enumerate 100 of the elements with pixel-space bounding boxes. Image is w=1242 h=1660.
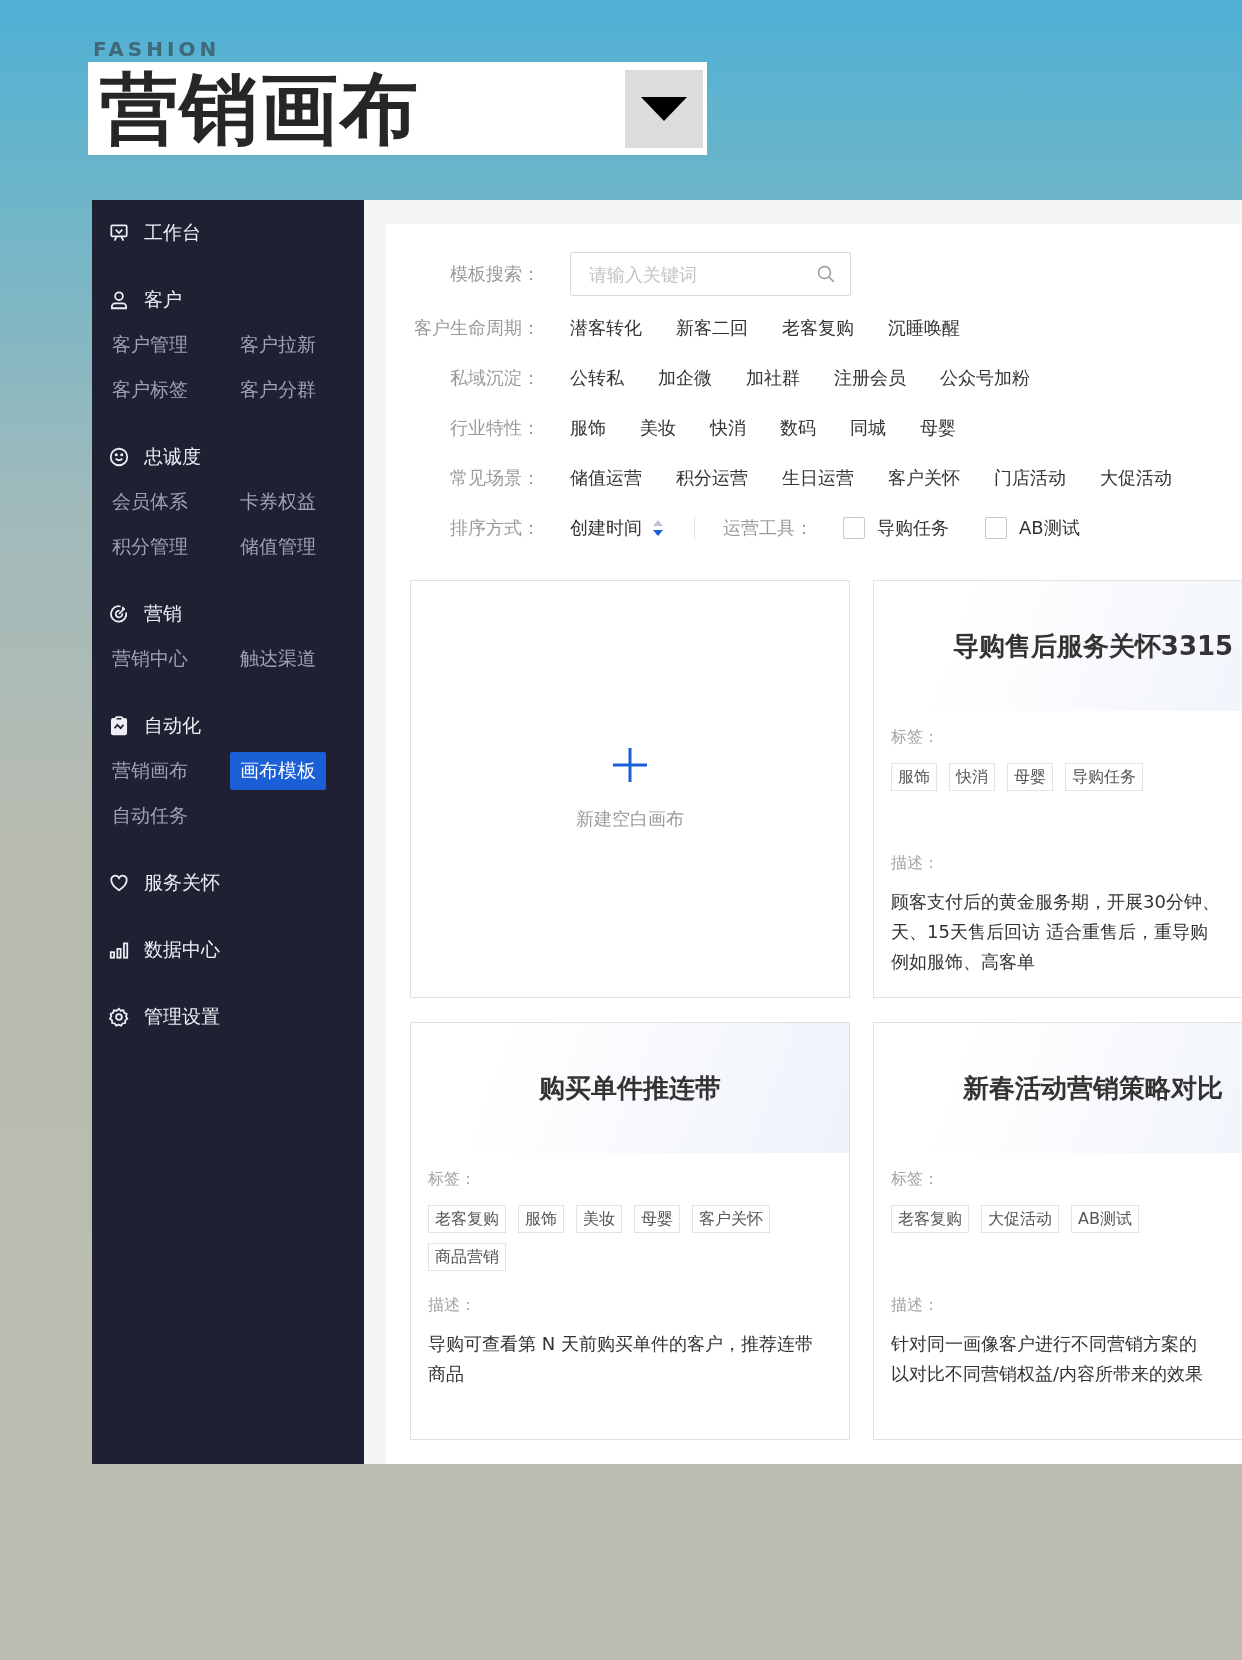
tag: 母婴: [1007, 763, 1053, 791]
template-card[interactable]: 购买单件推连带 标签： 老客复购 服饰 美妆 母婴 客户关怀 商品营销 描述： 导购可查看第 N 天前购买单件的客户，推荐连带商品: [410, 1022, 850, 1440]
sort-option[interactable]: 创建时间: [570, 516, 642, 540]
tag: 老客复购: [891, 1205, 969, 1233]
filter-label: 排序方式：: [449, 516, 540, 540]
plus-icon: [612, 747, 648, 783]
template-card[interactable]: 新春活动营销策略对比 标签： 老客复购 大促活动 AB测试 描述： 针对同一画像客户进行不同营销方案的 以对比不同营销权益/内容所带来的效果: [873, 1022, 1242, 1440]
description-label: 描述：: [428, 1294, 477, 1316]
tag: 服饰: [518, 1205, 564, 1233]
sidebar-section-title[interactable]: 数据中心: [144, 937, 220, 963]
tag: AB测试: [1071, 1205, 1139, 1233]
tag: 快消: [949, 763, 995, 791]
target-icon: [108, 603, 130, 625]
filter-option[interactable]: 注册会员: [834, 366, 906, 390]
filter-option[interactable]: 生日运营: [782, 466, 854, 490]
dropdown-button[interactable]: [625, 69, 703, 148]
filter-option[interactable]: 服饰: [570, 416, 606, 440]
description-label: 描述：: [891, 1294, 940, 1316]
sidebar-item[interactable]: 储值管理: [230, 527, 326, 566]
filter-option[interactable]: 美妆: [640, 416, 676, 440]
filter-option[interactable]: 公转私: [570, 366, 624, 390]
sort-icon[interactable]: [652, 519, 664, 537]
sidebar-item[interactable]: 会员体系: [102, 482, 198, 521]
clipboard-icon: [108, 715, 130, 737]
tags-label: 标签：: [428, 1168, 477, 1190]
filter-option[interactable]: 客户关怀: [888, 466, 960, 490]
filter-option[interactable]: 数码: [780, 416, 816, 440]
filter-label: 私域沉淀：: [449, 366, 540, 390]
filter-option[interactable]: 沉睡唤醒: [888, 316, 960, 340]
checkbox-label[interactable]: 导购任务: [877, 516, 949, 540]
card-title: 新春活动营销策略对比: [963, 1071, 1223, 1105]
filter-option[interactable]: 门店活动: [994, 466, 1066, 490]
description-line: 例如服饰、高客单: [891, 950, 1036, 974]
tag: 客户关怀: [692, 1205, 770, 1233]
page-title: 营销画布: [100, 69, 420, 148]
sidebar-section-title[interactable]: 客户: [144, 287, 182, 313]
sidebar-section-title[interactable]: 服务关怀: [144, 870, 220, 896]
sidebar-item[interactable]: 营销中心: [102, 639, 198, 678]
description-label: 描述：: [891, 852, 940, 874]
template-card[interactable]: 导购售后服务关怀3315 标签： 服饰 快消 母婴 导购任务 描述： 顾客支付后的黄金服务期，开展30分钟、 天、15天售后回访 适合重售后，重导购 例如服饰、高客单: [873, 580, 1242, 998]
sidebar-item[interactable]: 画布模板: [230, 751, 326, 790]
card-title: 导购售后服务关怀3315: [952, 629, 1234, 663]
description-line: 顾客支付后的黄金服务期，开展30分钟、: [891, 890, 1221, 914]
sidebar-item[interactable]: 客户管理: [102, 325, 198, 364]
filter-option[interactable]: 快消: [710, 416, 746, 440]
card-title: 购买单件推连带: [539, 1071, 721, 1105]
tag: 导购任务: [1065, 763, 1143, 791]
tags-label: 标签：: [891, 1168, 940, 1190]
sidebar-section-title[interactable]: 管理设置: [144, 1004, 220, 1030]
search-icon: [817, 265, 835, 283]
filter-option[interactable]: 潜客转化: [570, 316, 642, 340]
description-line: 天、15天售后回访 适合重售后，重导购: [891, 920, 1209, 944]
sidebar-section-title[interactable]: 自动化: [144, 713, 201, 739]
filter-option[interactable]: 加企微: [658, 366, 712, 390]
sidebar-item[interactable]: 营销画布: [102, 751, 198, 790]
filter-label: 运营工具：: [723, 516, 813, 540]
filter-option[interactable]: 储值运营: [570, 466, 642, 490]
sidebar-item[interactable]: 客户拉新: [230, 325, 326, 364]
filter-option[interactable]: 公众号加粉: [940, 366, 1030, 390]
sidebar-section-title[interactable]: 营销: [144, 601, 182, 627]
checkbox-label[interactable]: AB测试: [1019, 516, 1080, 540]
tag: 老客复购: [428, 1205, 506, 1233]
smiley-icon: [108, 446, 130, 468]
filter-label: 行业特性：: [449, 416, 540, 440]
sidebar-item[interactable]: 卡券权益: [230, 482, 326, 521]
filter-option[interactable]: 新客二回: [676, 316, 748, 340]
settings-icon: [108, 1006, 130, 1028]
sidebar-section-title[interactable]: 忠诚度: [144, 444, 201, 470]
sidebar-item[interactable]: 自动任务: [102, 796, 198, 835]
filter-label: 模板搜索：: [449, 262, 540, 286]
filter-option[interactable]: 母婴: [920, 416, 956, 440]
tag: 美妆: [576, 1205, 622, 1233]
filter-label: 常见场景：: [449, 466, 540, 490]
search-field[interactable]: 请输入关键词: [570, 252, 851, 296]
filter-option[interactable]: 大促活动: [1100, 466, 1172, 490]
triangle-down-icon: [641, 96, 687, 121]
user-icon: [108, 289, 130, 311]
sidebar-item[interactable]: 触达渠道: [230, 639, 326, 678]
sidebar-item[interactable]: 客户分群: [230, 370, 326, 409]
filter-label: 客户生命周期：: [413, 316, 540, 340]
sidebar-item[interactable]: 客户标签: [102, 370, 198, 409]
filter-option[interactable]: 老客复购: [782, 316, 854, 340]
checkbox[interactable]: [843, 517, 865, 539]
monitor-icon: [108, 222, 130, 244]
tag: 大促活动: [981, 1205, 1059, 1233]
checkbox[interactable]: [985, 517, 1007, 539]
filter-option[interactable]: 积分运营: [676, 466, 748, 490]
tag: 母婴: [634, 1205, 680, 1233]
description-line: 针对同一画像客户进行不同营销方案的: [891, 1332, 1198, 1356]
description-text: 导购可查看第 N 天前购买单件的客户，推荐连带商品: [428, 1332, 813, 1386]
filter-option[interactable]: 同城: [850, 416, 886, 440]
tag: 服饰: [891, 763, 937, 791]
filter-option[interactable]: 加社群: [746, 366, 800, 390]
eyebrow-text: FASHION: [93, 38, 222, 60]
sidebar-section-title[interactable]: 工作台: [144, 220, 201, 246]
title-dropdown[interactable]: 营销画布: [88, 62, 707, 155]
tag: 商品营销: [428, 1243, 506, 1271]
sidebar-item[interactable]: 积分管理: [102, 527, 198, 566]
description-line: 以对比不同营销权益/内容所带来的效果: [891, 1362, 1205, 1386]
heart-icon: [108, 872, 130, 894]
